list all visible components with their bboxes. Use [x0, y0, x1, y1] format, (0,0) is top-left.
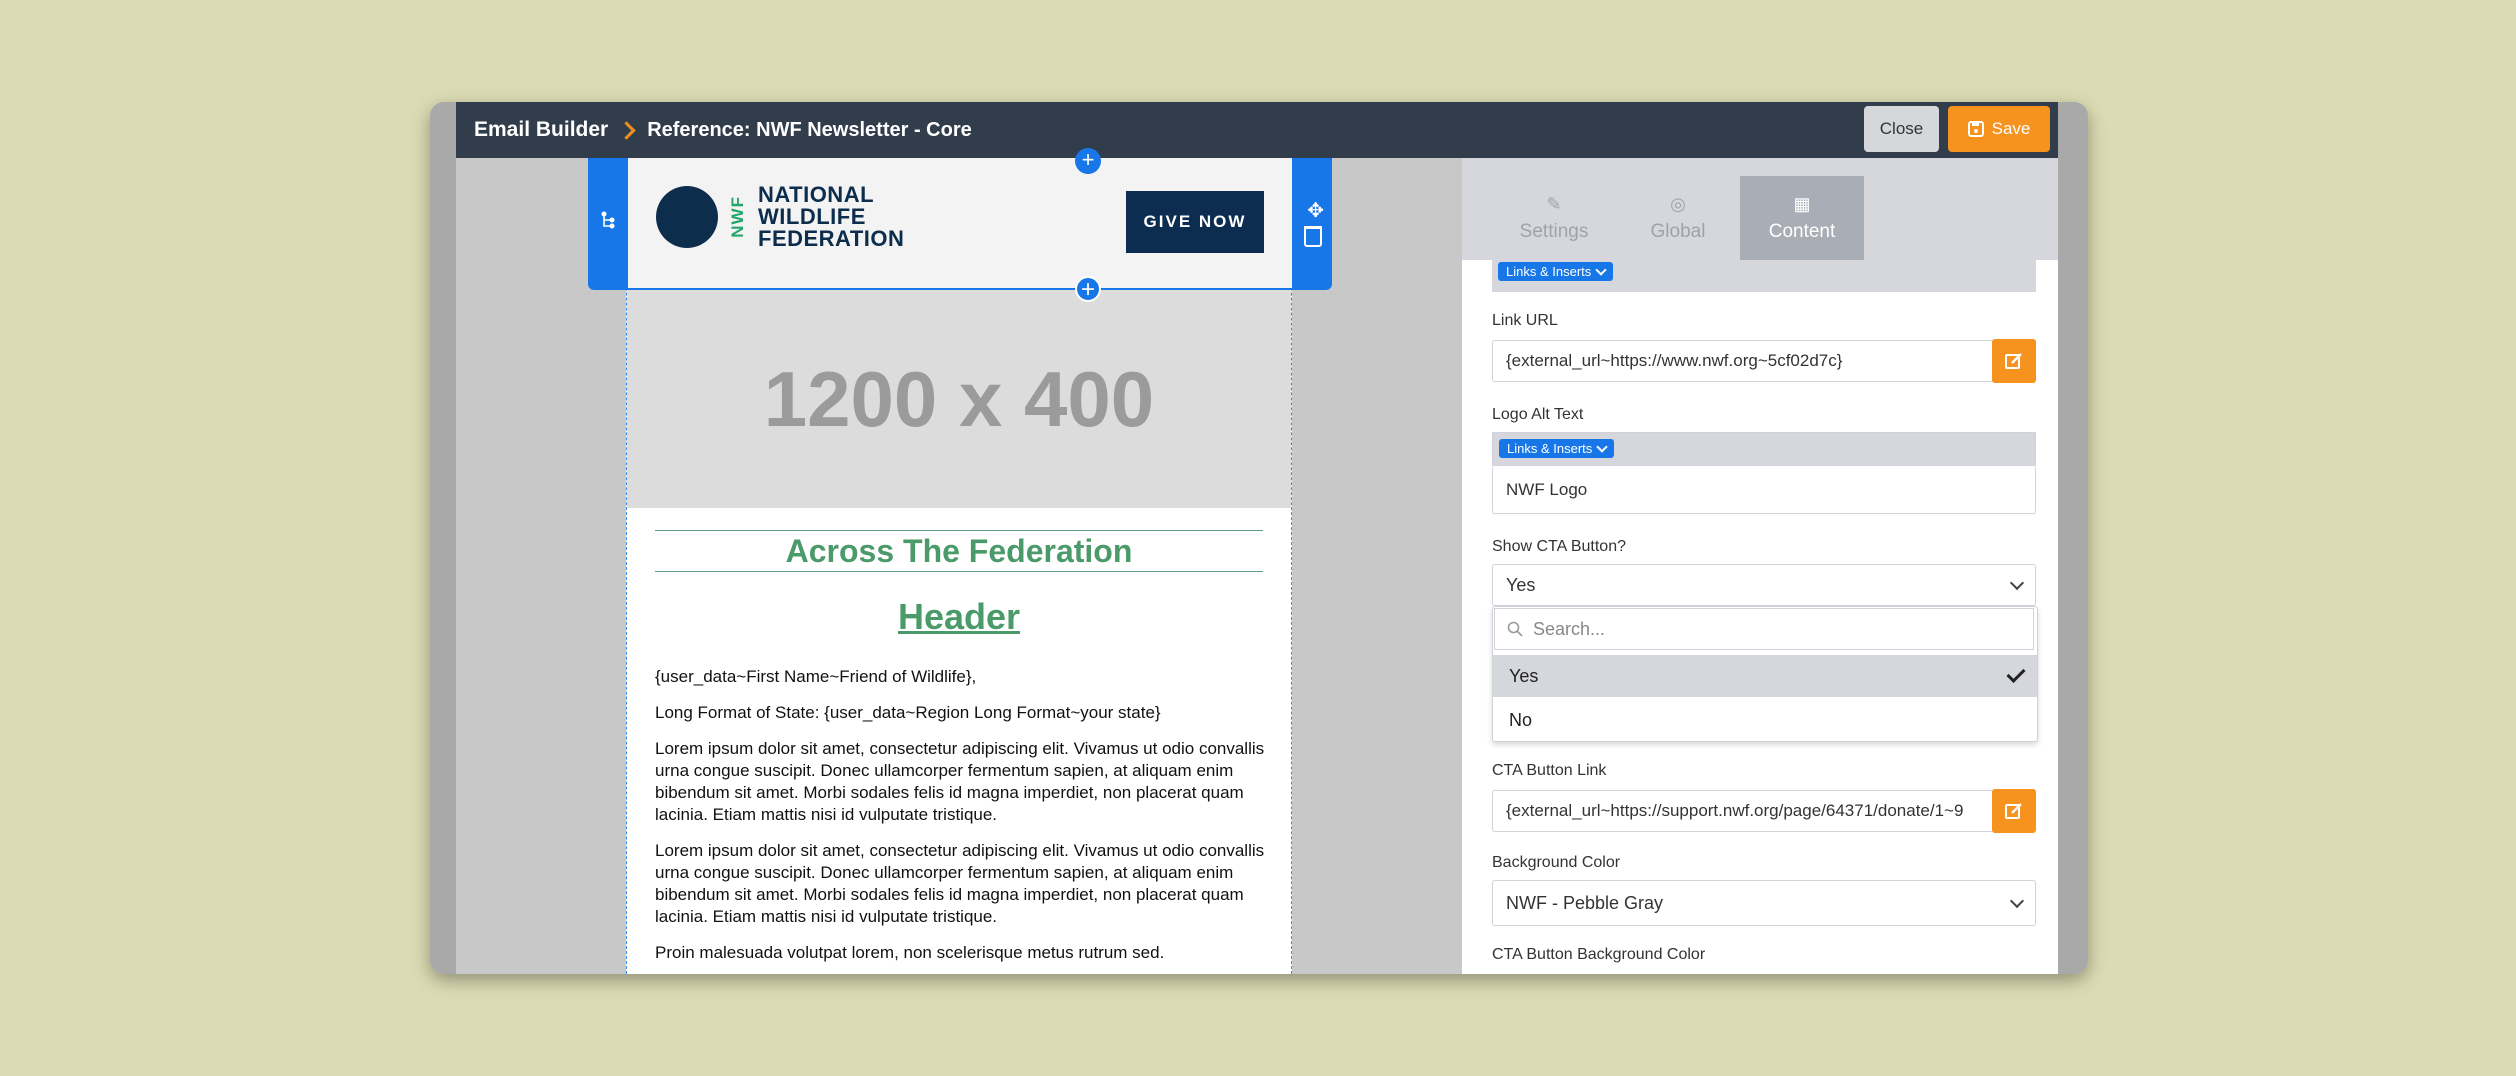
show-cta-label: Show CTA Button?	[1492, 538, 1626, 555]
chevron-down-icon	[1595, 263, 1607, 276]
move-icon[interactable]: ✥	[1307, 198, 1324, 223]
cta-link-edit-button[interactable]	[1992, 789, 2036, 833]
logo-line-1: NATIONAL	[758, 182, 875, 207]
close-button[interactable]: Close	[1864, 106, 1939, 152]
section-title[interactable]: Across The Federation	[655, 530, 1263, 572]
grid-icon: ▦	[1793, 193, 1811, 214]
email-canvas: 1200 x 400 Across The Federation Header …	[456, 148, 1462, 974]
links-inserts-bar-alt: Links & Inserts	[1492, 432, 2036, 466]
tab-content-label: Content	[1768, 220, 1836, 242]
search-icon	[1507, 621, 1523, 637]
option-yes[interactable]: Yes	[1493, 655, 2037, 697]
check-icon	[2006, 663, 2026, 683]
greeting-text: {user_data~First Name~Friend of Wildlife…	[655, 667, 977, 686]
links-inserts-button-alt[interactable]: Links & Inserts	[1499, 439, 1615, 458]
properties-panel: ✎ Settings ◎ Global ▦ Content Links & In…	[1462, 158, 2058, 974]
save-label: Save	[1991, 119, 2031, 138]
logo-text: NATIONAL WILDLIFE FEDERATION	[758, 184, 904, 250]
email-builder-window: Email Builder Reference: NWF Newsletter …	[430, 102, 2088, 974]
logo-line-3: FEDERATION	[758, 226, 905, 251]
link-url-edit-button[interactable]	[1992, 339, 2036, 383]
link-url-field[interactable]: {external_url~https://www.nwf.org~5cf02d…	[1492, 340, 1994, 382]
email-header-text[interactable]: Header	[627, 596, 1291, 638]
search-placeholder: Search...	[1533, 618, 1606, 639]
save-icon	[1967, 121, 1984, 137]
breadcrumb-chevron-icon	[617, 120, 636, 140]
hero-image-placeholder[interactable]: 1200 x 400	[627, 290, 1291, 508]
panel-tabs: ✎ Settings ◎ Global ▦ Content	[1462, 158, 2058, 260]
left-background-strip	[430, 102, 456, 974]
links-inserts-bar-top: Links & Inserts	[1492, 260, 2036, 292]
selected-header-block[interactable]: NWF NATIONAL WILDLIFE FEDERATION GIVE NO…	[588, 148, 1332, 302]
dropdown-search[interactable]: Search...	[1494, 608, 2034, 650]
links-inserts-label-alt: Links & Inserts	[1507, 441, 1593, 456]
paragraph-2: Lorem ipsum dolor sit amet, consectetur …	[655, 841, 1265, 926]
tab-settings[interactable]: ✎ Settings	[1492, 176, 1616, 260]
header-block-content: NWF NATIONAL WILDLIFE FEDERATION GIVE NO…	[628, 158, 1292, 288]
app-title: Email Builder	[474, 118, 609, 141]
chevron-down-icon	[2009, 893, 2025, 908]
structure-icon[interactable]	[600, 210, 616, 230]
cta-bg-color-label: CTA Button Background Color	[1492, 946, 1706, 963]
state-text: Long Format of State: {user_data~Region …	[655, 703, 1161, 722]
logo-vertical-text: NWF	[728, 196, 747, 238]
edit-icon	[2005, 803, 2022, 819]
bg-color-label: Background Color	[1492, 854, 1621, 871]
option-no-label: No	[1509, 709, 1533, 730]
bg-color-select[interactable]: NWF - Pebble Gray	[1492, 880, 2036, 926]
option-no[interactable]: No	[1493, 699, 2037, 741]
reference-title: Reference: NWF Newsletter - Core	[647, 118, 972, 141]
tab-global[interactable]: ◎ Global	[1616, 176, 1740, 260]
add-block-below-icon[interactable]: +	[1075, 276, 1101, 302]
show-cta-value: Yes	[1506, 574, 1536, 595]
give-now-button[interactable]: GIVE NOW	[1126, 191, 1264, 253]
link-url-label: Link URL	[1492, 312, 1558, 329]
chevron-down-icon	[1596, 440, 1608, 453]
links-inserts-label: Links & Inserts	[1506, 264, 1592, 279]
tab-settings-label: Settings	[1519, 220, 1589, 242]
chevron-down-icon	[2009, 575, 2025, 590]
links-inserts-button-top[interactable]: Links & Inserts	[1498, 262, 1614, 281]
logo-alt-field[interactable]: NWF Logo	[1492, 466, 2036, 514]
paragraph-3: Proin malesuada volutpat lorem, non scel…	[655, 943, 1165, 962]
paragraph-1: Lorem ipsum dolor sit amet, consectetur …	[655, 739, 1265, 824]
cta-link-label: CTA Button Link	[1492, 762, 1607, 779]
show-cta-select[interactable]: Yes	[1492, 564, 2036, 606]
globe-icon: ◎	[1670, 193, 1686, 214]
tab-global-label: Global	[1650, 220, 1706, 242]
logo-emblem-icon	[656, 186, 718, 248]
logo-line-2: WILDLIFE	[758, 204, 866, 229]
tab-content[interactable]: ▦ Content	[1740, 176, 1864, 260]
option-yes-label: Yes	[1509, 665, 1539, 686]
bg-color-value: NWF - Pebble Gray	[1506, 892, 1664, 913]
top-bar: Email Builder Reference: NWF Newsletter …	[456, 102, 2058, 158]
delete-icon[interactable]	[1304, 226, 1322, 247]
add-block-above-icon[interactable]: +	[1075, 148, 1101, 174]
pencil-icon: ✎	[1546, 193, 1562, 214]
logo-alt-label: Logo Alt Text	[1492, 406, 1584, 423]
body-text-block[interactable]: {user_data~First Name~Friend of Wildlife…	[655, 666, 1269, 974]
show-cta-dropdown: Search... Yes No	[1492, 606, 2038, 742]
save-button[interactable]: Save	[1948, 106, 2050, 152]
right-background-strip	[2058, 102, 2088, 974]
cta-link-field[interactable]: {external_url~https://support.nwf.org/pa…	[1492, 790, 1994, 832]
edit-icon	[2005, 353, 2022, 369]
nwf-logo[interactable]: NWF NATIONAL WILDLIFE FEDERATION	[656, 184, 904, 250]
